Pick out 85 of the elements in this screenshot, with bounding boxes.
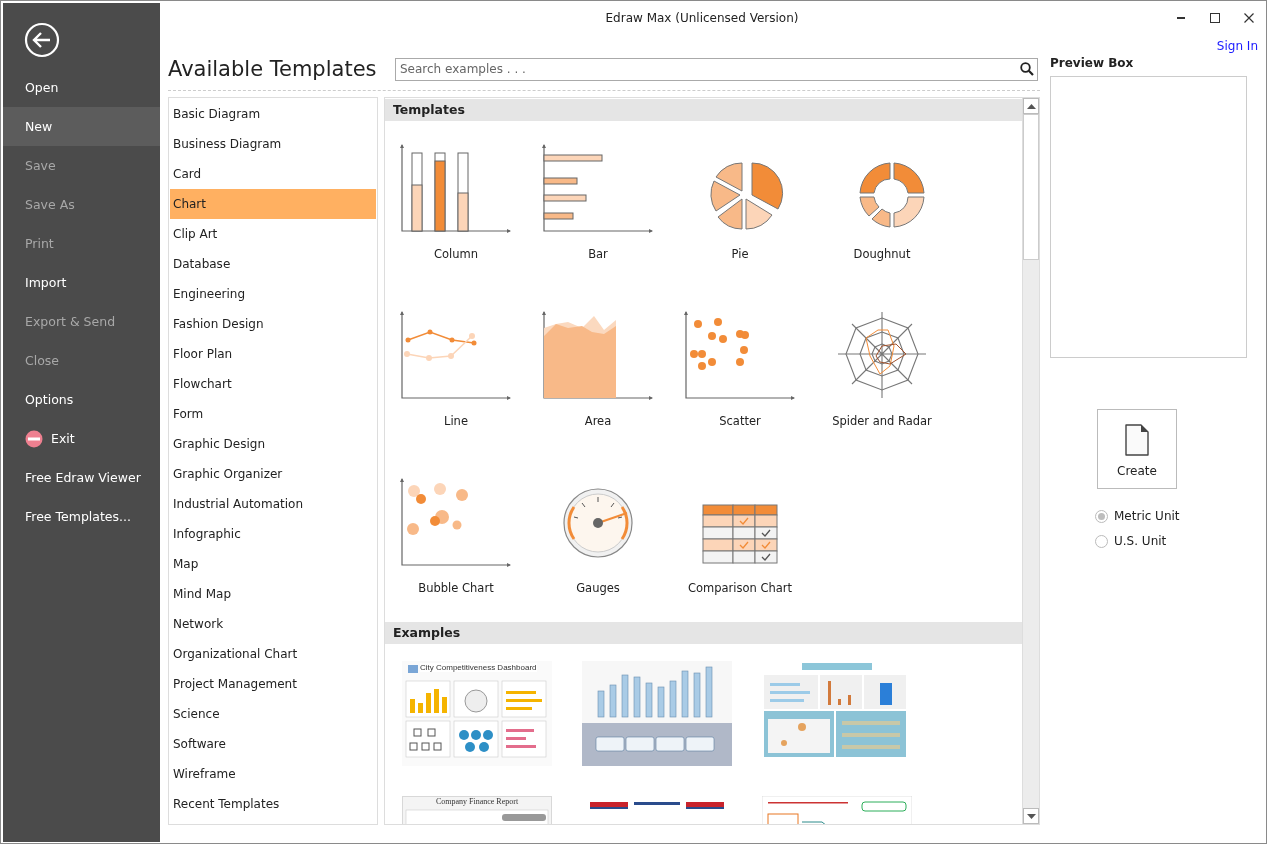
category-item[interactable]: Fashion Design: [170, 309, 376, 339]
category-item[interactable]: Flowchart: [170, 369, 376, 399]
category-item[interactable]: Business Diagram: [170, 129, 376, 159]
template-label: Area: [584, 414, 612, 428]
template-label: Spider and Radar: [832, 414, 932, 428]
radio-button[interactable]: [1095, 509, 1108, 523]
category-item[interactable]: Engineering: [170, 279, 376, 309]
radio-label[interactable]: Metric Unit: [1114, 509, 1180, 523]
template-label: Column: [433, 247, 478, 261]
template-label: Doughnut: [853, 247, 911, 261]
category-item[interactable]: Science: [170, 699, 376, 729]
category-item[interactable]: Map: [170, 549, 376, 579]
menu-item[interactable]: New: [3, 107, 160, 146]
template-tile[interactable]: Column: [385, 121, 527, 288]
category-item[interactable]: Software: [170, 729, 376, 759]
category-item[interactable]: Wireframe: [170, 759, 376, 789]
maximize-icon: [1210, 13, 1220, 23]
area-chart-icon: [542, 310, 654, 402]
thumbnail-title: Company Finance Report: [434, 797, 520, 806]
template-tile[interactable]: Bubble Chart: [385, 455, 527, 622]
template-tile[interactable]: Line: [385, 288, 527, 455]
radio-label[interactable]: U.S. Unit: [1114, 534, 1167, 548]
preview-title: Preview Box: [1050, 56, 1135, 72]
minimize-icon: [1177, 17, 1185, 19]
scroll-up-button[interactable]: [1023, 98, 1039, 114]
line-chart-icon: [400, 310, 512, 402]
scroll-thumb[interactable]: [1023, 114, 1039, 260]
template-label: Bubble Chart: [418, 581, 494, 595]
menu-item[interactable]: Free Templates...: [3, 497, 160, 536]
category-item[interactable]: Database: [170, 249, 376, 279]
category-item[interactable]: Graphic Organizer: [170, 459, 376, 489]
page-heading: Available Templates: [168, 57, 378, 81]
scrollbar[interactable]: [1022, 98, 1039, 824]
up-triangle-icon: [1026, 103, 1036, 109]
category-item[interactable]: Organizational Chart: [170, 639, 376, 669]
template-label: Line: [444, 414, 468, 428]
back-button[interactable]: [24, 22, 60, 58]
menu-item[interactable]: Free Edraw Viewer: [3, 458, 160, 497]
category-item[interactable]: Infographic: [170, 519, 376, 549]
thumbnail-title: City Competitiveness Dashboard: [420, 663, 537, 672]
template-label: Pie: [731, 247, 749, 261]
category-item[interactable]: Network: [170, 609, 376, 639]
category-item[interactable]: Project Management: [170, 669, 376, 699]
bar-chart-icon: [542, 143, 654, 235]
category-item[interactable]: Industrial Automation: [170, 489, 376, 519]
template-label: Scatter: [719, 414, 761, 428]
category-item[interactable]: Chart: [170, 189, 376, 219]
template-tile[interactable]: Spider and Radar: [811, 288, 953, 455]
scatter-chart-icon: [684, 310, 796, 402]
window-title: Edraw Max (Unlicensed Version): [604, 11, 800, 25]
template-tile[interactable]: Area: [527, 288, 669, 455]
radio-button[interactable]: [1095, 534, 1108, 548]
create-button[interactable]: Create: [1097, 409, 1177, 489]
category-item[interactable]: Form: [170, 399, 376, 429]
menu-item-label: Exit: [51, 431, 75, 446]
template-label: Comparison Chart: [687, 581, 793, 595]
template-tile[interactable]: Comparison Chart: [669, 455, 811, 622]
template-tile[interactable]: Gauges: [527, 455, 669, 622]
document-icon: [1125, 423, 1149, 456]
bubble-chart-icon: [400, 477, 512, 569]
category-item[interactable]: Graphic Design: [170, 429, 376, 459]
menu-item[interactable]: Import: [3, 263, 160, 302]
section-header: Templates: [385, 99, 1022, 121]
category-item[interactable]: Clip Art: [170, 219, 376, 249]
no-entry-icon: [25, 429, 43, 448]
template-label: Gauges: [576, 581, 620, 595]
template-tile[interactable]: Bar: [527, 121, 669, 288]
category-item[interactable]: Basic Diagram: [170, 99, 376, 129]
down-triangle-icon: [1026, 813, 1036, 819]
category-item[interactable]: Card: [170, 159, 376, 189]
scroll-down-button[interactable]: [1023, 808, 1039, 824]
section-header: Examples: [385, 622, 1022, 644]
menu-item[interactable]: Options: [3, 380, 160, 419]
column-chart-icon: [400, 143, 512, 235]
template-tile[interactable]: Pie: [669, 121, 811, 288]
menu-item[interactable]: Open: [3, 68, 160, 107]
category-item[interactable]: Mind Map: [170, 579, 376, 609]
template-tile[interactable]: Scatter: [669, 288, 811, 455]
sign-in-link[interactable]: Sign In: [1216, 39, 1258, 57]
category-item[interactable]: Recent Templates: [170, 789, 376, 819]
template-tile[interactable]: Doughnut: [811, 121, 953, 288]
template-label: Bar: [588, 247, 608, 261]
menu-item[interactable]: Exit: [3, 419, 160, 458]
close-icon: [1244, 13, 1254, 23]
category-item[interactable]: Floor Plan: [170, 339, 376, 369]
